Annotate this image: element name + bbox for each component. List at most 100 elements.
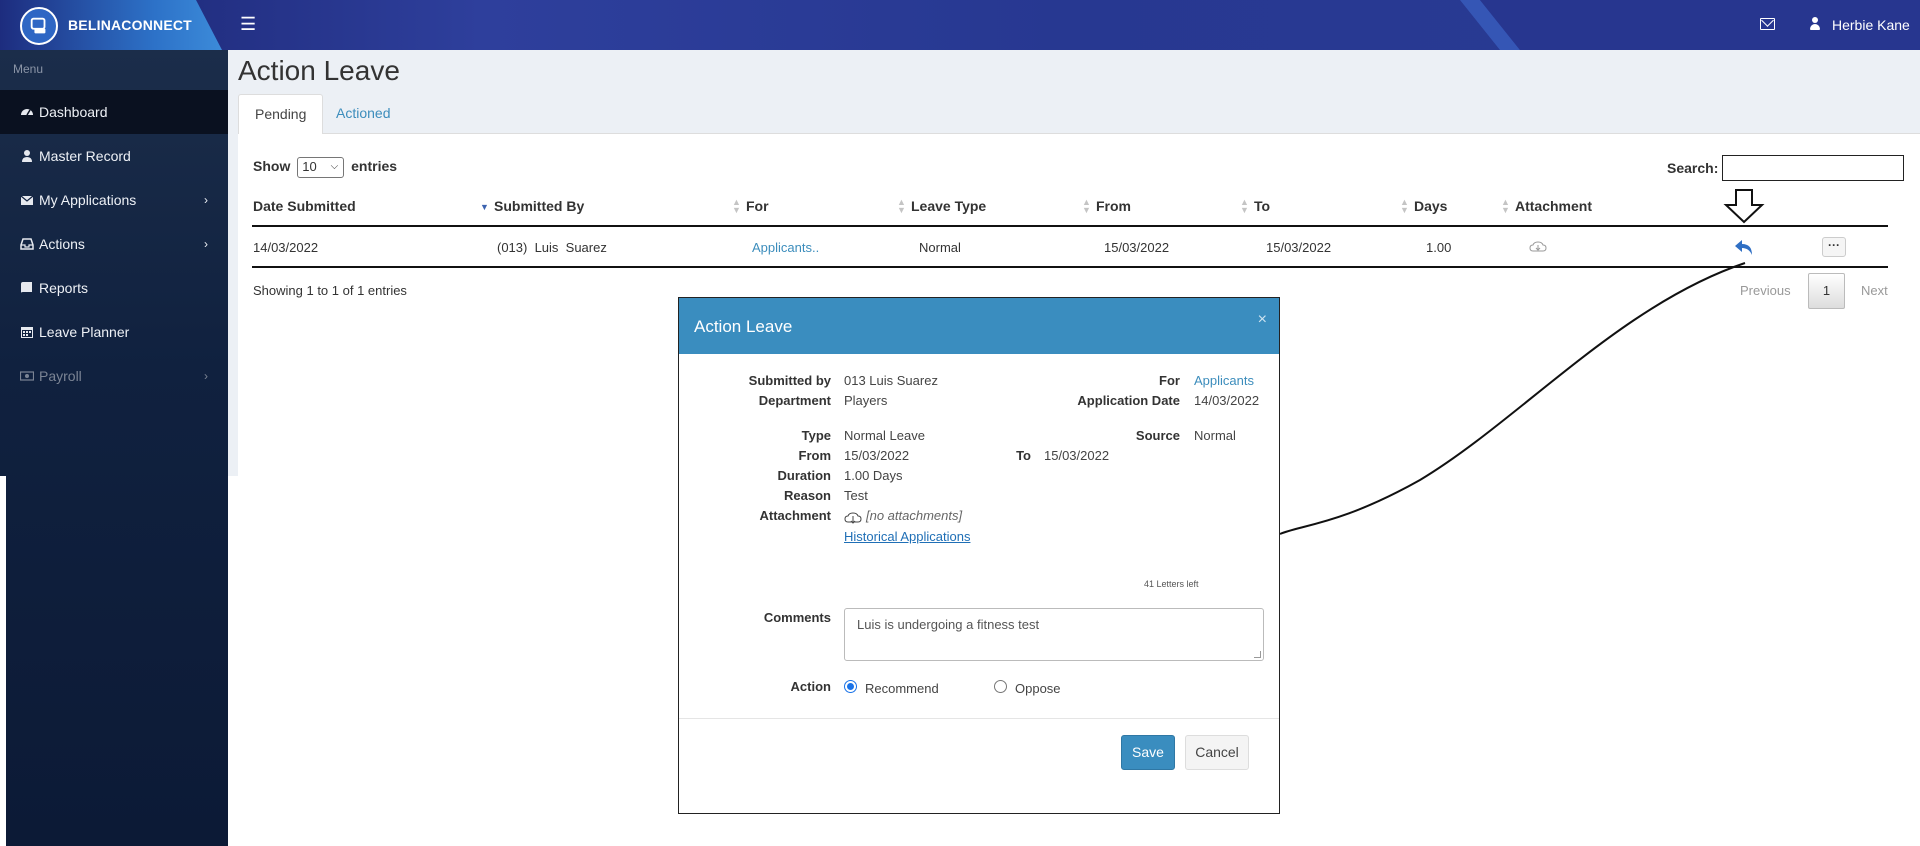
menu-toggle-icon[interactable]: ☰ xyxy=(240,14,256,35)
inbox-icon xyxy=(20,237,34,251)
department-label: Department xyxy=(758,393,831,408)
column-header-for[interactable]: For xyxy=(746,198,769,214)
logo-icon xyxy=(20,7,58,45)
comments-text: Luis is undergoing a fitness test xyxy=(857,617,1040,632)
to-value: 15/03/2022 xyxy=(1044,448,1110,463)
page-length-control: Show 10 ⌵ entries xyxy=(253,157,397,178)
show-label: Show xyxy=(253,158,291,175)
for-link[interactable]: Applicants xyxy=(1194,373,1254,388)
oppose-label[interactable]: Oppose xyxy=(1015,681,1061,696)
sort-icon: ▲ ▼ xyxy=(732,197,741,215)
user-menu[interactable]: Herbie Kane xyxy=(1832,17,1910,33)
cell-for-link[interactable]: Applicants.. xyxy=(752,240,819,255)
sidebar-item-label: Payroll xyxy=(39,368,82,384)
cell-leave-type: Normal xyxy=(919,240,961,255)
recommend-radio[interactable] xyxy=(844,680,857,693)
to-label: To xyxy=(1016,448,1031,463)
chevron-right-icon: › xyxy=(204,193,208,207)
sidebar-item-label: Actions xyxy=(39,236,85,252)
sidebar-item-leave-planner[interactable]: Leave Planner xyxy=(0,310,228,354)
column-header-days[interactable]: Days xyxy=(1414,198,1447,214)
oppose-radio[interactable] xyxy=(994,680,1007,693)
sidebar-item-label: Leave Planner xyxy=(39,324,130,340)
column-header-to[interactable]: To xyxy=(1254,198,1270,214)
recommend-label[interactable]: Recommend xyxy=(865,681,939,696)
column-header-submitted-by[interactable]: Submitted By xyxy=(494,198,584,214)
column-header-from[interactable]: From xyxy=(1096,198,1131,214)
user-icon[interactable] xyxy=(1809,17,1821,31)
sidebar-item-actions[interactable]: Actions › xyxy=(0,222,228,266)
logo-area[interactable]: BELINACONNECT xyxy=(0,0,222,50)
sort-desc-icon: ▼ xyxy=(480,202,489,212)
sidebar: Menu Dashboard Master Record My Applicat… xyxy=(0,50,228,846)
sidebar-menu-label: Menu xyxy=(13,62,44,76)
column-header-leave-type[interactable]: Leave Type xyxy=(911,198,986,214)
more-options-button[interactable]: ··· xyxy=(1822,237,1846,257)
page-background xyxy=(0,476,6,846)
department-value: Players xyxy=(844,393,888,408)
search-input[interactable] xyxy=(1722,155,1904,181)
modal-footer-divider xyxy=(679,718,1279,719)
source-value: Normal xyxy=(1194,428,1236,443)
attachment-label: Attachment xyxy=(759,508,831,523)
from-value: 15/03/2022 xyxy=(844,448,910,463)
pagination-next[interactable]: Next xyxy=(1861,283,1888,298)
sidebar-item-my-applications[interactable]: My Applications › xyxy=(0,178,228,222)
entries-label: entries xyxy=(351,158,398,175)
pagination-page-1[interactable]: 1 xyxy=(1808,273,1845,309)
comments-label: Comments xyxy=(763,610,831,625)
from-label: From xyxy=(798,448,832,463)
cloud-download-icon[interactable] xyxy=(1529,241,1547,253)
resize-handle-icon[interactable] xyxy=(1254,651,1261,658)
page-title: Action Leave xyxy=(238,55,400,86)
close-icon[interactable]: × xyxy=(1258,311,1267,329)
table-info: Showing 1 to 1 of 1 entries xyxy=(253,283,407,298)
sidebar-item-payroll[interactable]: Payroll › xyxy=(0,354,228,398)
sidebar-item-master-record[interactable]: Master Record xyxy=(0,134,228,178)
mail-icon[interactable] xyxy=(1760,18,1775,30)
column-header-date-submitted[interactable]: Date Submitted xyxy=(253,198,356,214)
table-header-border xyxy=(252,225,1888,227)
page-length-select[interactable]: 10 ⌵ xyxy=(297,157,345,178)
historical-applications-link[interactable]: Historical Applications xyxy=(844,529,970,544)
table-row-border xyxy=(252,266,1888,268)
comments-textarea[interactable]: Luis is undergoing a fitness test xyxy=(844,608,1264,661)
sidebar-item-reports[interactable]: Reports xyxy=(0,266,228,310)
save-button[interactable]: Save xyxy=(1121,735,1175,770)
page-length-value: 10 xyxy=(302,159,317,174)
user-icon xyxy=(20,149,34,163)
reason-label: Reason xyxy=(784,488,831,503)
pagination-previous[interactable]: Previous xyxy=(1740,283,1791,298)
sort-icon: ▲ ▼ xyxy=(1082,197,1091,215)
tab-pending[interactable]: Pending xyxy=(238,94,324,134)
application-date-value: 14/03/2022 xyxy=(1194,393,1260,408)
sort-icon: ▲ ▼ xyxy=(897,197,906,215)
cancel-button[interactable]: Cancel xyxy=(1185,735,1249,770)
tab-actioned[interactable]: Actioned xyxy=(320,94,406,134)
chevron-right-icon: › xyxy=(204,237,208,251)
cloud-download-icon[interactable] xyxy=(844,511,862,525)
search-label: Search: xyxy=(1667,160,1719,176)
letters-left-counter: 41 Letters left xyxy=(1144,579,1199,589)
sort-icon: ▲ ▼ xyxy=(1400,197,1409,215)
cell-from: 15/03/2022 xyxy=(1104,240,1170,255)
cell-submitted-by: (013) Luis Suarez xyxy=(497,240,607,255)
reply-action-icon[interactable] xyxy=(1734,238,1754,256)
column-header-attachment[interactable]: Attachment xyxy=(1515,198,1592,214)
type-label: Type xyxy=(801,428,831,443)
submitted-by-label: Submitted by xyxy=(748,373,831,388)
duration-label: Duration xyxy=(777,468,831,483)
sidebar-item-label: Dashboard xyxy=(39,104,108,120)
book-icon xyxy=(20,281,34,295)
cell-date-submitted: 14/03/2022 xyxy=(253,240,319,255)
attachment-value: [no attachments] xyxy=(866,508,963,523)
modal-header: Action Leave × xyxy=(679,298,1279,354)
sidebar-item-dashboard[interactable]: Dashboard xyxy=(0,90,228,134)
money-icon xyxy=(19,369,35,383)
for-label: For xyxy=(1159,373,1180,388)
modal-title: Action Leave xyxy=(694,317,793,336)
sort-icon: ▲ ▼ xyxy=(1501,197,1510,215)
chevron-right-icon: › xyxy=(204,369,208,383)
chevron-down-icon: ⌵ xyxy=(330,161,339,172)
application-date-label: Application Date xyxy=(1077,393,1180,408)
